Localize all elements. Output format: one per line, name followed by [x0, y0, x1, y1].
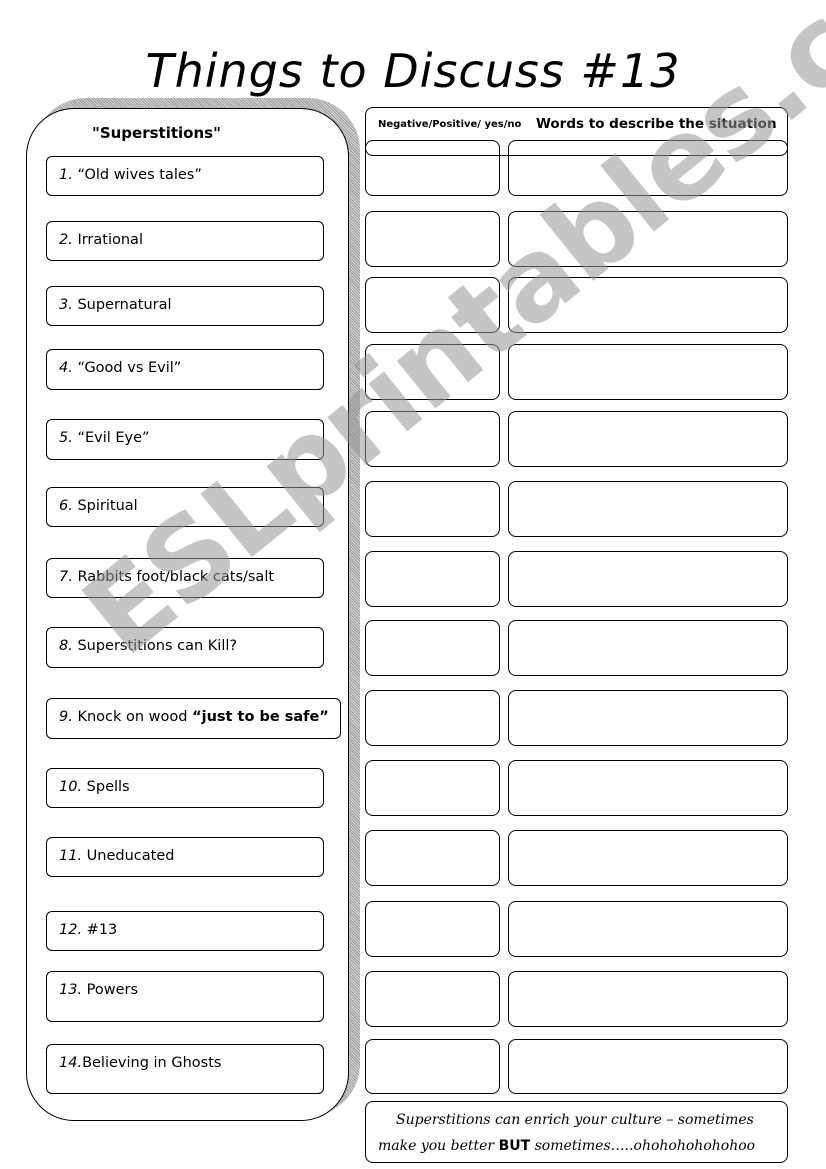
list-item: 1. “Old wives tales”: [46, 156, 324, 196]
answer-box-polarity[interactable]: [365, 211, 500, 267]
answer-box-words[interactable]: [508, 830, 788, 886]
item-number: 2.: [59, 232, 73, 248]
item-number: 3.: [59, 297, 73, 313]
list-item: 6. Spiritual: [46, 487, 324, 527]
item-text: Irrational: [72, 232, 143, 248]
item-text: Supernatural: [72, 297, 172, 313]
answer-box-polarity[interactable]: [365, 830, 500, 886]
item-text: Superstitions can Kill?: [72, 638, 238, 654]
item-text: Believing in Ghosts: [82, 1055, 222, 1071]
footer-line-1: Superstitions can enrich your culture – …: [396, 1112, 754, 1128]
answer-box-words[interactable]: [508, 411, 788, 467]
item-number: 8.: [59, 638, 73, 654]
answer-box-polarity[interactable]: [365, 277, 500, 333]
answer-box-polarity[interactable]: [365, 760, 500, 816]
list-item: 11. Uneducated: [46, 837, 324, 877]
answer-box-words[interactable]: [508, 481, 788, 537]
answer-box-polarity[interactable]: [365, 1039, 500, 1094]
footer-line-2-bold: BUT: [498, 1138, 531, 1154]
list-item: 2. Irrational: [46, 221, 324, 261]
list-item: 3. Supernatural: [46, 286, 324, 326]
page-title: Things to Discuss #13: [145, 44, 681, 98]
footer-line-2-post: sometimes…..ohohohohohohoo: [530, 1138, 756, 1154]
footer-note: Superstitions can enrich your culture – …: [365, 1101, 788, 1163]
footer-line-2-pre: make you better: [378, 1138, 499, 1154]
answer-box-polarity[interactable]: [365, 690, 500, 746]
item-text: Uneducated: [82, 848, 175, 864]
item-text: Knock on wood: [72, 709, 193, 725]
item-number: 4.: [59, 360, 73, 376]
answer-box-words[interactable]: [508, 140, 788, 196]
item-text: Rabbits foot/black cats/salt: [72, 569, 275, 585]
answer-box-words[interactable]: [508, 277, 788, 333]
answer-box-words[interactable]: [508, 760, 788, 816]
header-negative-positive: Negative/Positive/ yes/no: [378, 119, 522, 130]
answer-box-polarity[interactable]: [365, 481, 500, 537]
answer-box-words[interactable]: [508, 971, 788, 1027]
header-words-describe: Words to describe the situation: [536, 116, 777, 132]
list-item: 7. Rabbits foot/black cats/salt: [46, 558, 324, 598]
answer-box-words[interactable]: [508, 690, 788, 746]
item-number: 5.: [59, 430, 73, 446]
item-text: “Good vs Evil”: [72, 360, 182, 376]
list-item: 8. Superstitions can Kill?: [46, 627, 324, 668]
list-item: 9. Knock on wood “just to be safe”: [46, 698, 341, 739]
item-number: 7.: [59, 569, 73, 585]
answer-box-words[interactable]: [508, 551, 788, 607]
item-text: Powers: [82, 982, 139, 998]
item-number: 14.: [59, 1055, 83, 1071]
item-text: Spells: [82, 779, 130, 795]
item-text: Spiritual: [72, 498, 138, 514]
answer-box-polarity[interactable]: [365, 411, 500, 467]
list-item: 4. “Good vs Evil”: [46, 349, 324, 390]
item-text: #13: [82, 922, 118, 938]
item-number: 9.: [59, 709, 73, 725]
list-item: 13. Powers: [46, 971, 324, 1022]
answer-box-words[interactable]: [508, 344, 788, 400]
item-text-bold: “just to be safe”: [192, 709, 329, 725]
answer-box-polarity[interactable]: [365, 971, 500, 1027]
item-number: 10.: [59, 779, 83, 795]
item-number: 6.: [59, 498, 73, 514]
answer-box-words[interactable]: [508, 1039, 788, 1094]
list-item: 14.Believing in Ghosts: [46, 1044, 324, 1094]
list-item: 12. #13: [46, 911, 324, 951]
answer-box-polarity[interactable]: [365, 344, 500, 400]
list-item: 5. “Evil Eye”: [46, 419, 324, 460]
answer-box-words[interactable]: [508, 620, 788, 676]
footer-line-2: make you better BUT sometimes…..ohohohoh…: [366, 1132, 787, 1160]
answer-box-words[interactable]: [508, 211, 788, 267]
item-text: “Old wives tales”: [72, 167, 202, 183]
answer-box-polarity[interactable]: [365, 901, 500, 957]
list-item: 10. Spells: [46, 768, 324, 808]
panel-heading: "Superstitions": [92, 124, 221, 142]
item-number: 13.: [59, 982, 83, 998]
answer-box-polarity[interactable]: [365, 140, 500, 196]
answer-box-words[interactable]: [508, 901, 788, 957]
item-number: 11.: [59, 848, 83, 864]
answer-box-polarity[interactable]: [365, 620, 500, 676]
answer-box-polarity[interactable]: [365, 551, 500, 607]
item-text: “Evil Eye”: [72, 430, 150, 446]
item-number: 12.: [59, 922, 83, 938]
item-number: 1.: [59, 167, 73, 183]
